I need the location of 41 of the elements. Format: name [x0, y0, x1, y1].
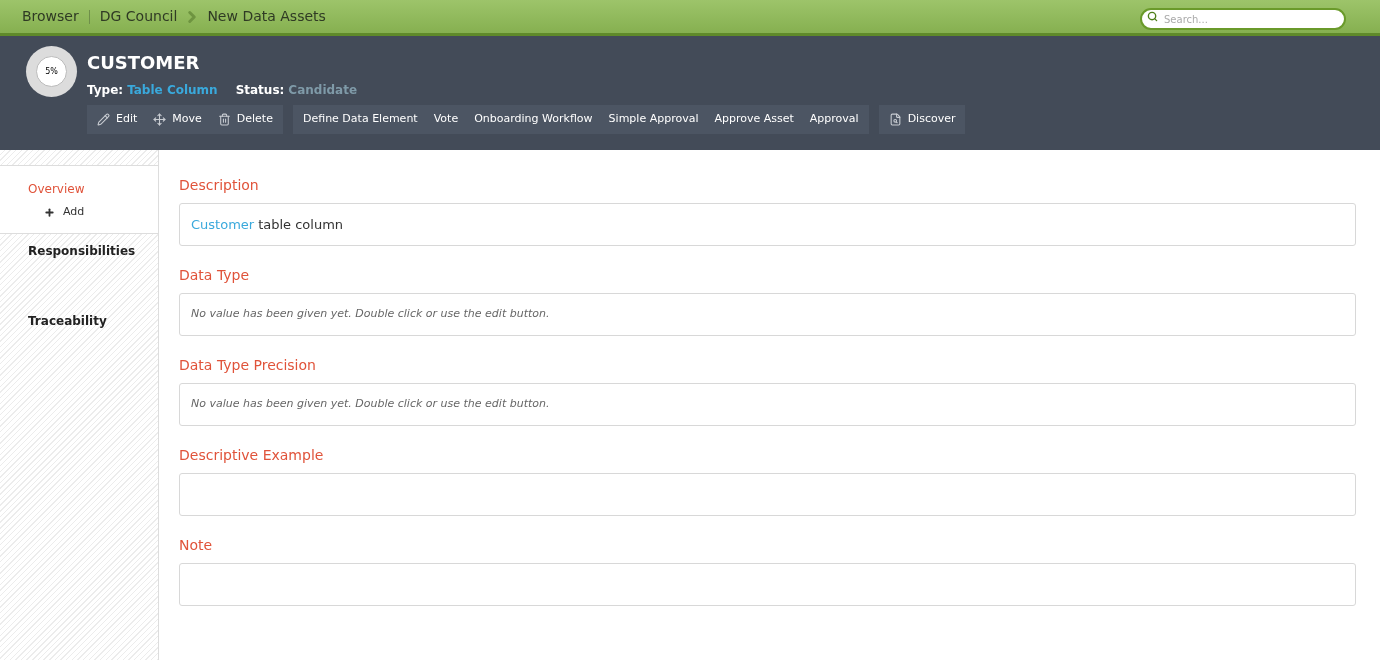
plus-icon	[44, 206, 55, 218]
field-box[interactable]: Customer table column	[179, 203, 1356, 246]
status-label: Status:	[235, 82, 285, 99]
breadcrumb-link[interactable]: Browser	[22, 6, 79, 27]
add-button[interactable]: Add	[44, 204, 85, 221]
toolbar-button[interactable]: Simple Approval	[600, 105, 707, 134]
empty-hint: No value has been given yet. Double click or use the edit button.	[191, 396, 550, 413]
type-label: Type:	[87, 82, 124, 99]
sidebar-item[interactable]: Traceability	[28, 313, 107, 328]
toolbar-button[interactable]: Approve Asset	[706, 105, 802, 134]
separator-icon	[88, 9, 90, 24]
toolbar-button[interactable]: Onboarding Workflow	[466, 105, 601, 134]
trash-icon	[217, 113, 231, 126]
progress-text: 5%	[45, 65, 58, 78]
toolbar-button[interactable]: Vote	[425, 105, 467, 134]
sidebar-item[interactable]: Overview	[28, 182, 85, 196]
pencil-icon	[97, 113, 110, 126]
toolbar-button[interactable]: Move	[145, 105, 210, 134]
empty-hint: No value has been given yet. Double click or use the edit button.	[191, 306, 550, 323]
field-label: Note	[179, 537, 214, 554]
field-label: Data Type Precision	[179, 357, 317, 374]
document-search-icon	[888, 113, 902, 126]
toolbar-button[interactable]: Discover	[880, 105, 964, 134]
search-field[interactable]: Search...	[1140, 8, 1346, 30]
toolbar-button[interactable]: Edit	[89, 105, 146, 134]
field-label: Description	[179, 177, 260, 194]
asset-title: CUSTOMER	[87, 51, 201, 75]
sidebar-item[interactable]: Responsibilities	[28, 243, 136, 258]
toolbar-button[interactable]: Delete	[209, 105, 281, 134]
field-label: Descriptive Example	[179, 447, 325, 464]
toolbar-button[interactable]: Approval	[801, 105, 867, 134]
breadcrumb-link[interactable]: DG Council	[99, 6, 178, 27]
toolbar-button[interactable]: Define Data Element	[294, 105, 426, 134]
field-value: table column	[258, 215, 344, 234]
move-icon	[153, 113, 167, 126]
status-value: Candidate	[288, 82, 358, 99]
field-box[interactable]: No value has been given yet. Double click or use the edit button.	[179, 293, 1356, 336]
field-label: Data Type	[179, 267, 251, 284]
field-box[interactable]: No value has been given yet. Double click or use the edit button.	[179, 383, 1356, 426]
search-icon	[1147, 10, 1158, 22]
breadcrumb-link[interactable]: New Data Assets	[207, 6, 326, 27]
